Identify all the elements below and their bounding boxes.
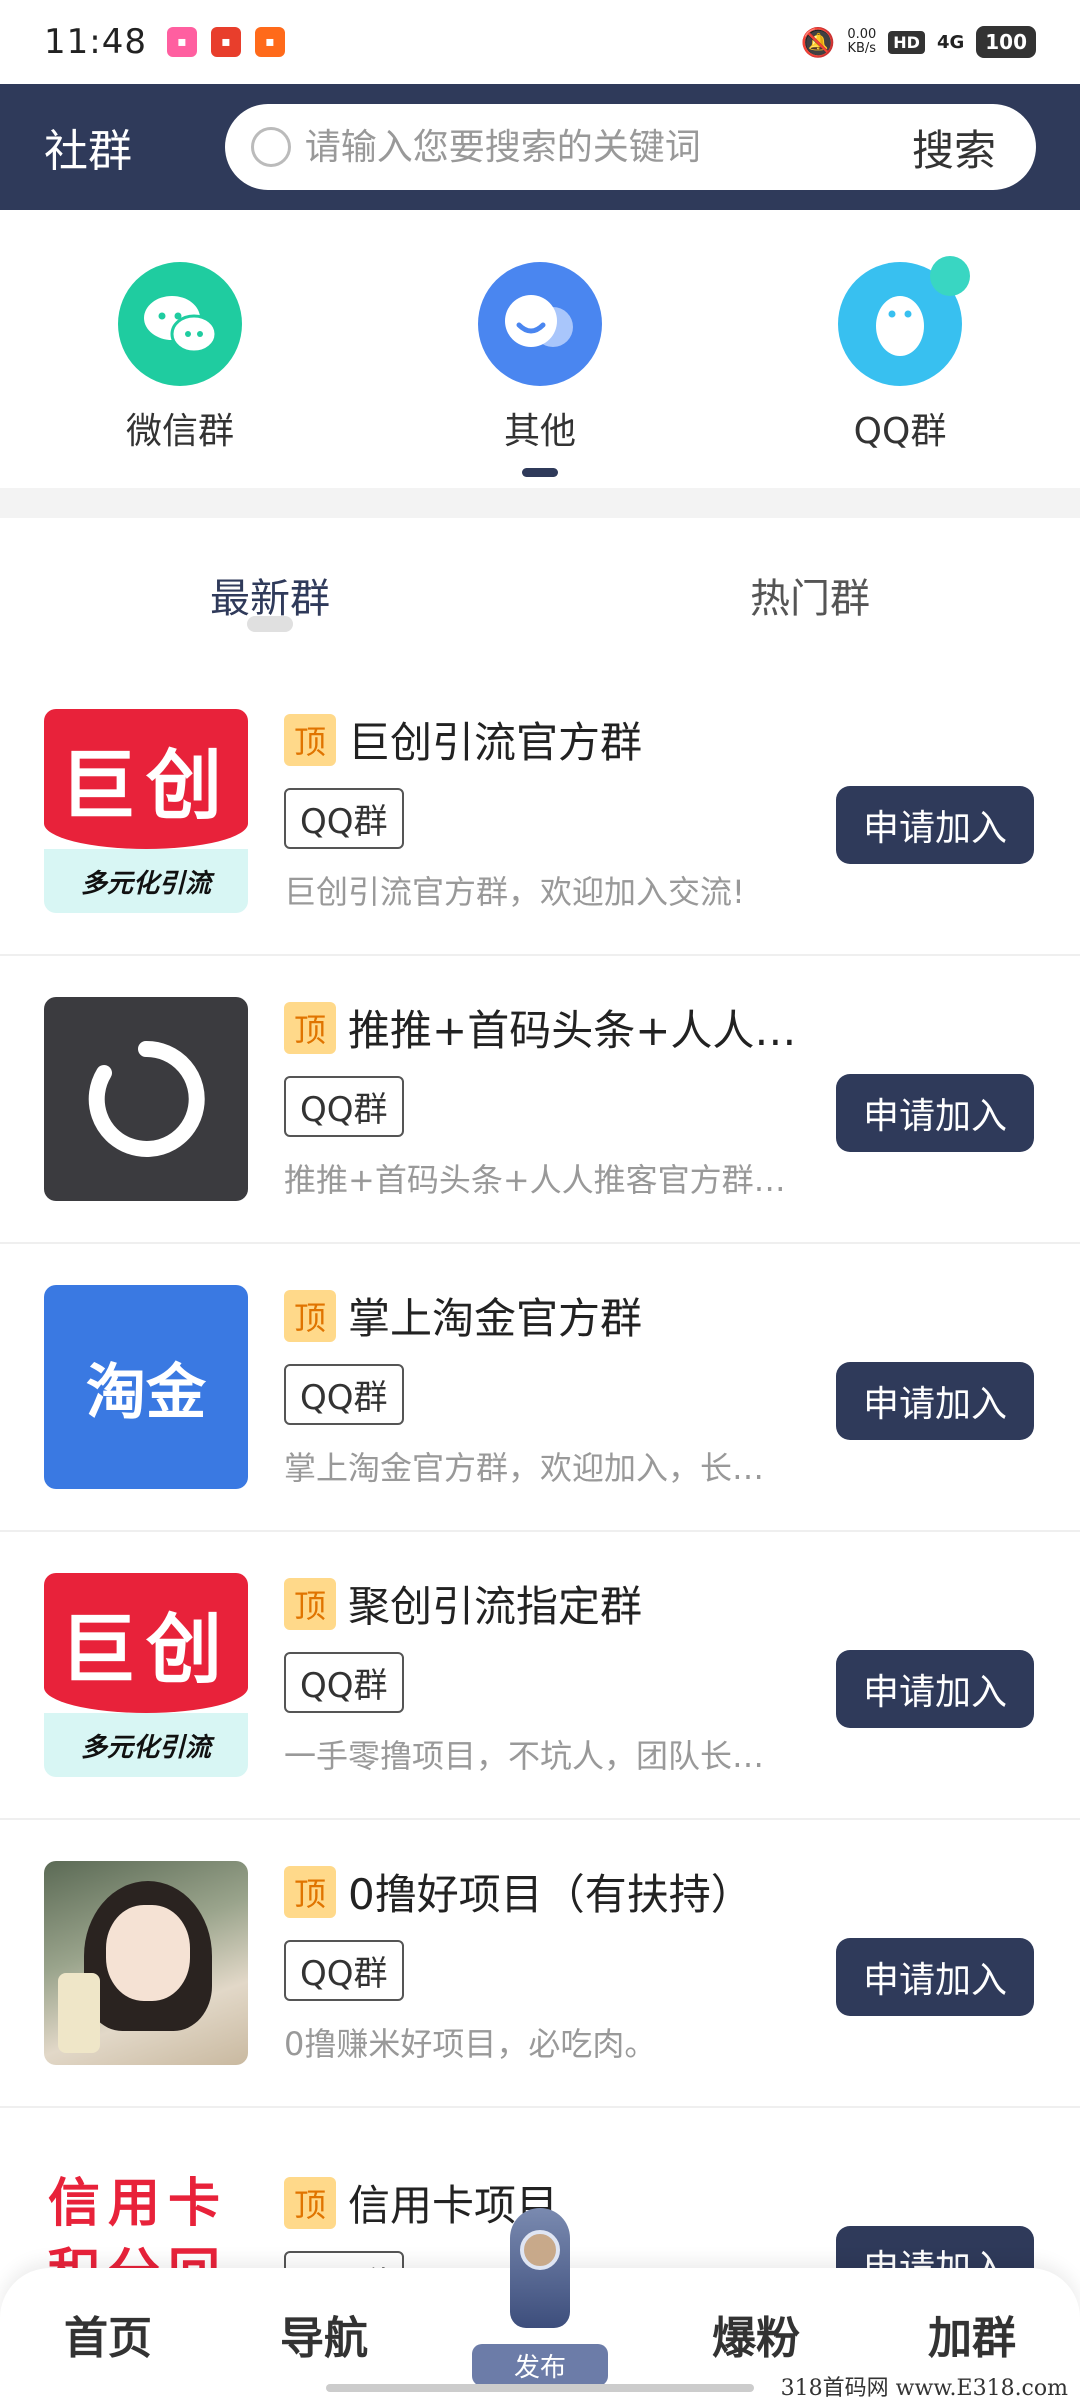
home-indicator [326, 2384, 754, 2392]
search-icon [250, 127, 291, 167]
pinned-badge: 顶 [284, 1577, 336, 1630]
group-title: 聚创引流指定群 [348, 1582, 643, 1631]
app-header: 社群 搜索 [0, 84, 1080, 210]
nav-home[interactable]: 首页 [0, 2302, 216, 2366]
mute-icon: 🔕 [800, 25, 836, 59]
group-description: 巨创引流官方群，欢迎加入交流! [284, 873, 745, 911]
list-item[interactable]: 淘金 顶 掌上淘金官方群 QQ群 掌上淘金官方群，欢迎加入，长… 申请加入 [0, 1244, 1080, 1532]
status-time: 11:48 [44, 22, 147, 62]
tab-latest[interactable]: 最新群 [0, 540, 540, 650]
hd-badge: HD [888, 30, 925, 54]
group-type-tag: QQ群 [284, 1076, 404, 1137]
app-notification-icon: ▪ [166, 27, 197, 57]
group-avatar: 巨创 多元化引流 [44, 1573, 248, 1777]
group-avatar: 巨创 多元化引流 [44, 709, 248, 913]
qq-penguin-icon [838, 256, 970, 386]
wechat-icon [118, 262, 242, 386]
signal-icon: 4G [936, 31, 965, 53]
search-input[interactable] [304, 126, 865, 168]
status-bar: 11:48 ▪ ▪ ▪ 🔕 0.00 KB/s HD 4G 100 [0, 0, 1080, 84]
group-avatar [44, 997, 248, 1201]
pinned-badge: 顶 [284, 1865, 336, 1918]
list-item[interactable]: 巨创 多元化引流 顶 聚创引流指定群 QQ群 一手零撸项目，不坑人，团队长… 申… [0, 1532, 1080, 1820]
category-qq[interactable]: QQ群 [720, 210, 1080, 488]
list-item[interactable]: 巨创 多元化引流 顶 巨创引流官方群 QQ群 巨创引流官方群，欢迎加入交流! 申… [0, 668, 1080, 956]
group-type-tag: QQ群 [284, 1364, 404, 1425]
group-title: 0撸好项目（有扶持） [348, 1870, 753, 1919]
join-button[interactable]: 申请加入 [836, 1074, 1034, 1152]
loading-ring-icon [88, 1040, 205, 1157]
category-label: 其他 [503, 411, 576, 452]
nav-fans[interactable]: 爆粉 [648, 2302, 864, 2366]
group-description: 推推+首码头条+人人推客官方群… [284, 1161, 786, 1199]
tab-label: 热门群 [750, 576, 870, 622]
category-other[interactable]: 其他 [360, 210, 720, 488]
watermark: 318首码网 www.E318.com [780, 2376, 1068, 2400]
nav-join[interactable]: 加群 [864, 2302, 1080, 2366]
group-description: 掌上淘金官方群，欢迎加入，长… [284, 1449, 765, 1487]
join-button[interactable]: 申请加入 [836, 1650, 1034, 1728]
search-button[interactable]: 搜索 [912, 117, 996, 178]
category-label: QQ群 [853, 411, 947, 452]
app-notification-icon: ▪ [254, 27, 285, 57]
group-title: 掌上淘金官方群 [348, 1294, 643, 1343]
group-type-tag: QQ群 [284, 1652, 404, 1713]
category-label: 微信群 [125, 411, 234, 452]
pinned-badge: 顶 [284, 1289, 336, 1342]
group-title: 信用卡项目 [348, 2181, 559, 2230]
group-type-tag: QQ群 [284, 1940, 404, 2001]
page-title: 社群 [44, 126, 132, 177]
group-type-tag: QQ群 [284, 788, 404, 849]
group-avatar-photo [44, 1861, 248, 2065]
group-avatar: 淘金 [44, 1285, 248, 1489]
join-button[interactable]: 申请加入 [836, 786, 1034, 864]
net-speed: 0.00 KB/s [847, 27, 877, 56]
join-button[interactable]: 申请加入 [836, 2226, 1034, 2268]
tab-hot[interactable]: 热门群 [540, 540, 1080, 650]
active-indicator [522, 468, 558, 477]
list-item[interactable]: 顶 0撸好项目（有扶持） QQ群 0撸赚米好项目，必吃肉。 申请加入 [0, 1820, 1080, 2108]
section-divider [0, 488, 1080, 518]
category-tabs: 微信群 其他 QQ群 [0, 210, 1080, 488]
status-app-icons: ▪ ▪ ▪ [166, 27, 285, 57]
pinned-badge: 顶 [284, 713, 336, 766]
group-avatar: 信用卡 积分回收 [44, 2149, 248, 2268]
rocket-icon [502, 2208, 578, 2358]
battery-icon: 100 [976, 26, 1036, 58]
group-list: 巨创 多元化引流 顶 巨创引流官方群 QQ群 巨创引流官方群，欢迎加入交流! 申… [0, 668, 1080, 2268]
people-icon [478, 262, 602, 386]
group-description: 0撸赚米好项目，必吃肉。 [284, 2025, 657, 2063]
join-button[interactable]: 申请加入 [836, 1362, 1034, 1440]
group-title: 巨创引流官方群 [348, 718, 643, 767]
group-type-tag: QQ群 [284, 2251, 404, 2268]
category-wechat[interactable]: 微信群 [0, 210, 360, 488]
join-button[interactable]: 申请加入 [836, 1938, 1034, 2016]
sub-tabs: 最新群 热门群 [0, 540, 1080, 650]
group-title: 推推+首码头条+人人… [348, 1006, 797, 1055]
pinned-badge: 顶 [284, 1001, 336, 1054]
status-indicators: 🔕 0.00 KB/s HD 4G 100 [800, 26, 1036, 59]
app-notification-icon: ▪ [210, 27, 241, 57]
publish-label: 发布 [472, 2344, 608, 2386]
nav-navigate[interactable]: 导航 [216, 2302, 432, 2366]
pinned-badge: 顶 [284, 2176, 336, 2229]
group-description: 一手零撸项目，不坑人，团队长… [284, 1737, 765, 1775]
tab-underline [247, 616, 293, 632]
publish-button[interactable]: 发布 [432, 2208, 648, 2400]
search-bar[interactable]: 搜索 [224, 104, 1036, 190]
list-item[interactable]: 顶 推推+首码头条+人人… QQ群 推推+首码头条+人人推客官方群… 申请加入 [0, 956, 1080, 1244]
